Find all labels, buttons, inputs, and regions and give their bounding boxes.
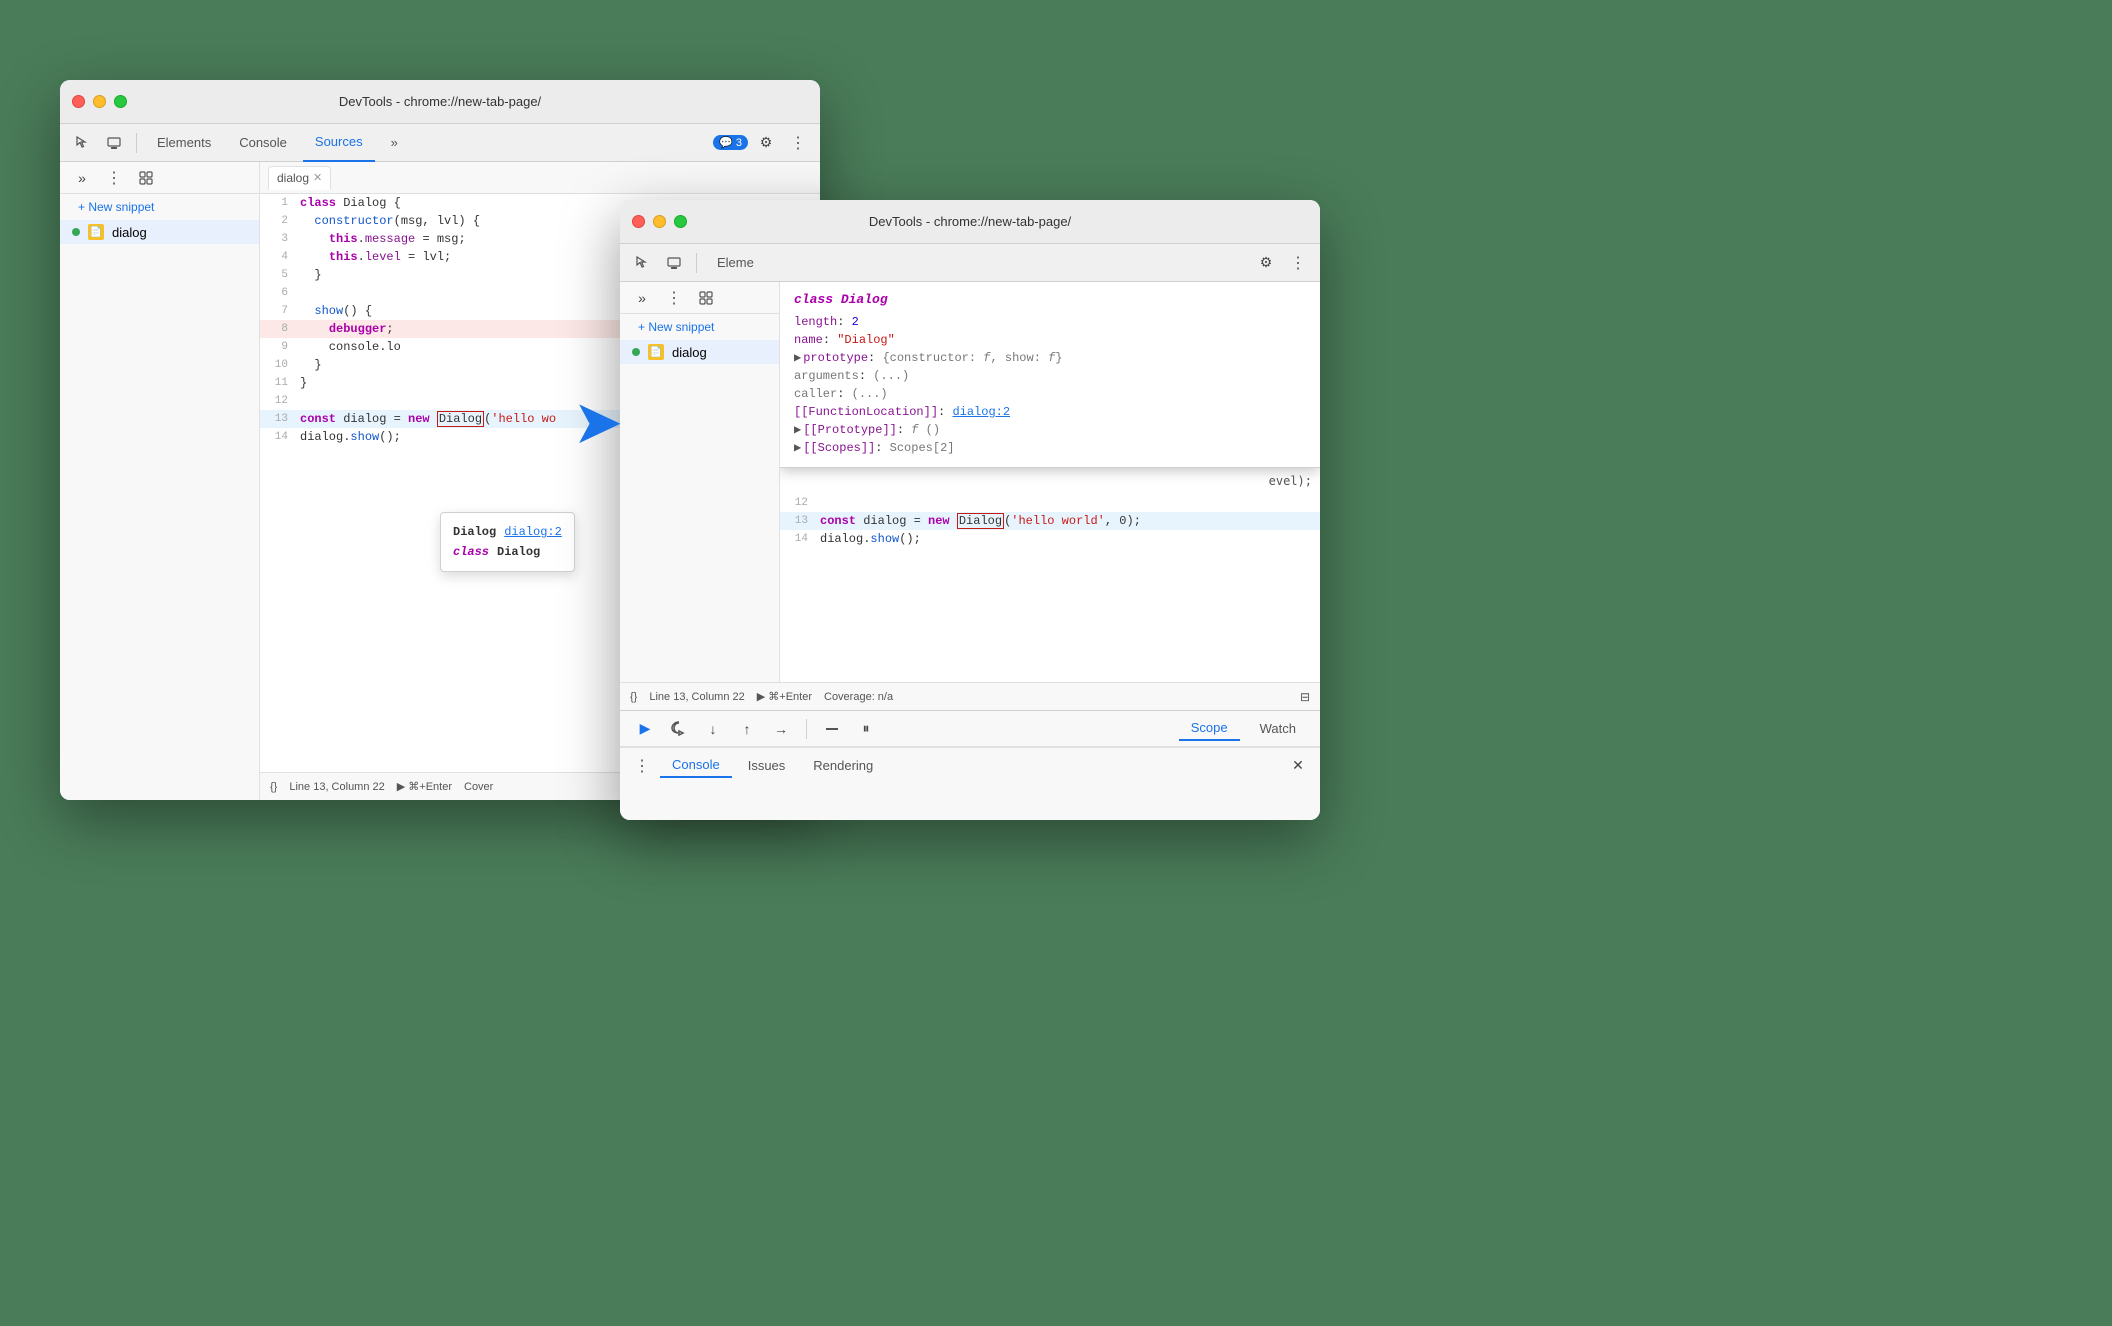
new-snippet-btn-2[interactable]: + New snippet xyxy=(620,314,779,340)
green-dot-2 xyxy=(632,348,640,356)
line-col-1: Line 13, Column 22 xyxy=(289,781,384,793)
close-button-1[interactable] xyxy=(72,95,85,108)
window-title-2: DevTools - chrome://new-tab-page/ xyxy=(869,214,1071,229)
devtools-body-2: » ⋮ + New snippet 📄 dialog xyxy=(620,282,1320,682)
close-bottom-2[interactable]: ✕ xyxy=(1284,752,1312,780)
tab-sources-1[interactable]: Sources xyxy=(303,124,375,162)
step-btn-2[interactable]: → xyxy=(768,716,794,742)
traffic-lights-2[interactable] xyxy=(632,215,687,228)
title-bar-2: DevTools - chrome://new-tab-page/ xyxy=(620,200,1320,244)
sidebar-options-1[interactable]: ⋮ xyxy=(100,164,128,192)
curly-braces-icon-2[interactable]: {} xyxy=(630,691,637,703)
step-into-btn-2[interactable]: ↓ xyxy=(700,716,726,742)
sidebar-icon2-2[interactable] xyxy=(692,284,720,312)
file-icon-2: 📄 xyxy=(648,344,664,360)
editor-tabs-1: dialog ✕ xyxy=(260,162,820,194)
sidebar-toolbar-2: » ⋮ xyxy=(620,282,779,314)
tab-elements-2[interactable]: Eleme xyxy=(705,244,766,282)
inspect-row-arguments: arguments : (...) xyxy=(794,367,1306,385)
console-tab-2[interactable]: Console xyxy=(660,753,732,778)
inspect-icon-2[interactable] xyxy=(628,249,656,277)
issues-tab-2[interactable]: Issues xyxy=(736,754,798,777)
bottom-nav-2: ⋮ Console Issues Rendering ✕ xyxy=(620,747,1320,783)
settings-icon-1[interactable]: ⚙ xyxy=(752,129,780,157)
run-btn-1[interactable]: ▶ ⌘+Enter xyxy=(397,780,452,793)
inspect-title: class Dialog xyxy=(794,292,1306,307)
bottom-more-2[interactable]: ⋮ xyxy=(628,752,656,780)
minimize-button-2[interactable] xyxy=(653,215,666,228)
sidebar-more-1[interactable]: » xyxy=(68,164,96,192)
coverage-2: Coverage: n/a xyxy=(824,691,893,703)
tab-more-1[interactable]: » xyxy=(379,124,410,162)
sidebar-toolbar-1: » ⋮ xyxy=(60,162,259,194)
file-icon-1: 📄 xyxy=(88,224,104,240)
tab-close-icon-1[interactable]: ✕ xyxy=(313,171,322,184)
sidebar-item-dialog-2[interactable]: 📄 dialog xyxy=(620,340,779,364)
inspect-row-length: length : 2 xyxy=(794,313,1306,331)
sidebar-more-2[interactable]: » xyxy=(628,284,656,312)
new-snippet-btn-1[interactable]: + New snippet xyxy=(60,194,259,220)
inspect-row-name: name : "Dialog" xyxy=(794,331,1306,349)
close-button-2[interactable] xyxy=(632,215,645,228)
tooltip-link-1[interactable]: dialog:2 xyxy=(504,523,562,541)
sidebar-1: » ⋮ + New snippet 📄 dialog xyxy=(60,162,260,800)
editor-tab-dialog-1[interactable]: dialog ✕ xyxy=(268,166,331,190)
window-title-1: DevTools - chrome://new-tab-page/ xyxy=(339,94,541,109)
code-line-2-13: 13 const dialog = new Dialog('hello worl… xyxy=(780,512,1320,530)
sidebar-icon2-1[interactable] xyxy=(132,164,160,192)
step-out-btn-2[interactable]: ↑ xyxy=(734,716,760,742)
device-icon[interactable] xyxy=(100,129,128,157)
code-editor-2[interactable]: evel); 12 13 const dialog = new Dialog('… xyxy=(780,468,1320,682)
maximize-button-1[interactable] xyxy=(114,95,127,108)
inspect-row-scopes: ▶ [[Scopes]] : Scopes[2] xyxy=(794,439,1306,457)
inspect-row-proto2: ▶ [[Prototype]] : f () xyxy=(794,421,1306,439)
green-dot-1 xyxy=(72,228,80,236)
sidebar-options-2[interactable]: ⋮ xyxy=(660,284,688,312)
deactivate-btn-2[interactable] xyxy=(819,716,845,742)
tooltip-popup-1: Dialog dialog:2 class Dialog xyxy=(440,512,575,572)
debug-divider-2 xyxy=(806,719,807,739)
tooltip-line-1: Dialog dialog:2 xyxy=(453,523,562,541)
minimize-button-1[interactable] xyxy=(93,95,106,108)
rendering-tab-2[interactable]: Rendering xyxy=(801,754,885,777)
inspect-panel: class Dialog length : 2 name : "Dialog" … xyxy=(780,282,1320,468)
devtools-toolbar-1: Elements Console Sources » 💬 3 ⚙ ⋮ xyxy=(60,124,820,162)
bottom-panel-2: ▶ ↓ ↑ → ⏸ Scope Watch ⋮ Console xyxy=(620,710,1320,820)
devtools-toolbar-2: Eleme ⚙ ⋮ xyxy=(620,244,1320,282)
more-options-1[interactable]: ⋮ xyxy=(784,129,812,157)
traffic-lights-1[interactable] xyxy=(72,95,127,108)
inspect-icon[interactable] xyxy=(68,129,96,157)
messages-badge-1[interactable]: 💬 3 xyxy=(713,135,748,150)
line-col-2: Line 13, Column 22 xyxy=(649,691,744,703)
debug-toolbar-2: ▶ ↓ ↑ → ⏸ Scope Watch xyxy=(620,711,1320,747)
scope-tab-2[interactable]: Scope xyxy=(1179,716,1240,741)
status-bar-2: {} Line 13, Column 22 ▶ ⌘+Enter Coverage… xyxy=(620,682,1320,710)
resume-btn-2[interactable]: ▶ xyxy=(632,716,658,742)
more-options-2[interactable]: ⋮ xyxy=(1284,249,1312,277)
maximize-button-2[interactable] xyxy=(674,215,687,228)
sidebar-2: » ⋮ + New snippet 📄 dialog xyxy=(620,282,780,682)
code-line-2-12: 12 xyxy=(780,494,1320,512)
run-btn-2[interactable]: ▶ ⌘+Enter xyxy=(757,690,812,703)
settings-icon-2[interactable]: ⚙ xyxy=(1252,249,1280,277)
device-icon-2[interactable] xyxy=(660,249,688,277)
inspect-row-funcloc: [[FunctionLocation]] : dialog:2 xyxy=(794,403,1306,421)
coverage-1: Cover xyxy=(464,781,493,793)
title-bar-1: DevTools - chrome://new-tab-page/ xyxy=(60,80,820,124)
curly-braces-icon-1[interactable]: {} xyxy=(270,781,277,793)
inspect-row-prototype: ▶ prototype : {constructor: f, show: f} xyxy=(794,349,1306,367)
big-arrow: ➤ xyxy=(575,390,621,454)
inspect-row-caller: caller : (...) xyxy=(794,385,1306,403)
pause-btn-2[interactable]: ⏸ xyxy=(853,716,879,742)
funcloc-link[interactable]: dialog:2 xyxy=(952,403,1010,421)
devtools-window-2: DevTools - chrome://new-tab-page/ Eleme … xyxy=(620,200,1320,820)
watch-tab-2[interactable]: Watch xyxy=(1248,717,1308,740)
step-over-btn-2[interactable] xyxy=(666,716,692,742)
tab-elements-1[interactable]: Elements xyxy=(145,124,223,162)
scrollbar-icon[interactable]: ⊟ xyxy=(1300,690,1310,704)
tab-console-1[interactable]: Console xyxy=(227,124,299,162)
sidebar-item-dialog-1[interactable]: 📄 dialog xyxy=(60,220,259,244)
tooltip-line-2: class Dialog xyxy=(453,543,562,561)
code-line-2-14: 14 dialog.show(); xyxy=(780,530,1320,548)
